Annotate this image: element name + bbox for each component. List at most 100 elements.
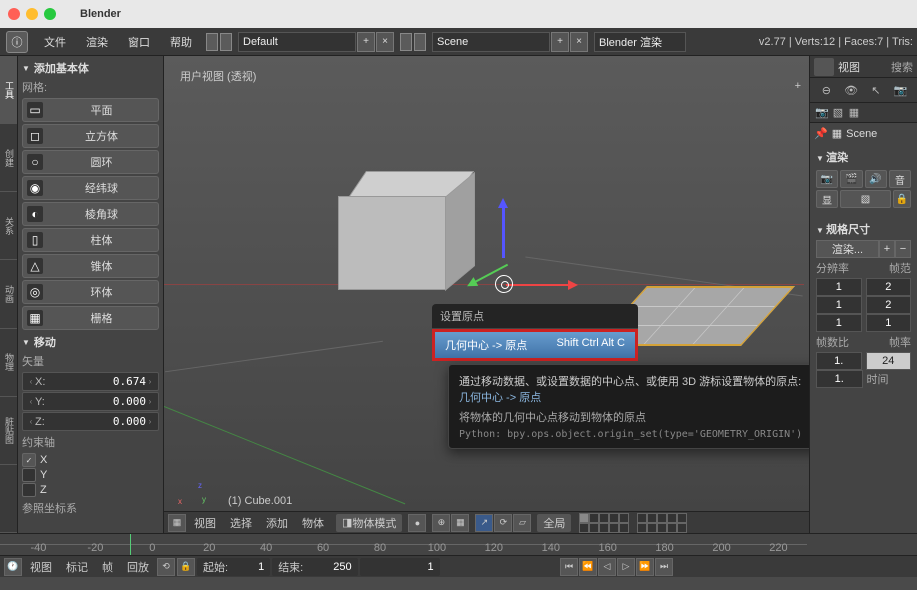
current-frame-input[interactable]: 1	[360, 558, 440, 576]
gizmo-z-arrow[interactable]	[502, 206, 505, 258]
minimize-window-button[interactable]	[26, 8, 38, 20]
blender-logo-icon[interactable]: ⓘ	[6, 31, 28, 53]
tab-physics[interactable]: 物理	[0, 329, 17, 397]
visibility-icon[interactable]: 👁	[843, 82, 859, 98]
menu-tl-marker[interactable]: 标记	[60, 559, 94, 575]
pin-icon[interactable]: 📌	[814, 127, 828, 140]
menu-help[interactable]: 帮助	[160, 28, 202, 55]
timeline-type-icon[interactable]: 🕐	[4, 558, 22, 576]
manipulator-toggle-icon[interactable]: ▦	[451, 514, 469, 532]
search-field[interactable]: 搜索	[891, 59, 913, 75]
remove-scene-button[interactable]: ×	[570, 32, 588, 52]
dimensions-header[interactable]: 规格尺寸	[816, 218, 911, 240]
sync-icon[interactable]: ⟲	[157, 558, 175, 576]
end-frame-input[interactable]: 结束:250	[272, 558, 357, 576]
manipulator-translate-icon[interactable]: ↗	[475, 514, 493, 532]
fps-field[interactable]: 24	[866, 352, 912, 370]
add-mesh-button-5[interactable]: ▯柱体	[22, 228, 159, 252]
constraint-x-checkbox[interactable]: ✓	[22, 453, 36, 467]
camera-icon[interactable]: 📷	[893, 82, 909, 98]
aspect-x-field[interactable]: 1.	[816, 352, 862, 370]
add-mesh-button-8[interactable]: ▦栅格	[22, 306, 159, 330]
keyframe-next-button[interactable]: ⏩	[636, 558, 654, 576]
play-reverse-button[interactable]: ◁	[598, 558, 616, 576]
scene-icons[interactable]	[400, 33, 428, 51]
render-layers-tab-icon[interactable]: ▧	[830, 105, 846, 121]
render-tab-icon[interactable]: 📷	[814, 105, 830, 121]
menu-view3d-add[interactable]: 添加	[260, 515, 294, 531]
add-mesh-button-7[interactable]: ◎环体	[22, 280, 159, 304]
layer-buttons[interactable]	[579, 513, 629, 533]
scene-tab-icon[interactable]: ▦	[846, 105, 862, 121]
play-render-button[interactable]: 🔊	[865, 170, 887, 188]
start-frame-field[interactable]: 2	[866, 278, 912, 296]
tab-empty[interactable]	[0, 465, 17, 533]
menu-window[interactable]: 窗口	[118, 28, 160, 55]
add-primitives-header[interactable]: 添加基本体	[22, 60, 159, 76]
end-frame-field[interactable]: 2	[866, 296, 912, 314]
res-y-field[interactable]: 1	[816, 296, 862, 314]
add-layout-button[interactable]: +	[357, 32, 375, 52]
orientation-dropdown[interactable]: 全局	[537, 514, 571, 532]
expand-panel-icon[interactable]: +	[795, 80, 801, 92]
render-preset-dd[interactable]: 渲染...	[816, 240, 879, 258]
menu-view3d-select[interactable]: 选择	[224, 515, 258, 531]
res-pct-field[interactable]: 1	[816, 314, 862, 332]
cursor-icon[interactable]: ↖	[868, 82, 884, 98]
menu-file[interactable]: 文件	[34, 28, 76, 55]
keyframe-prev-button[interactable]: ⏪	[579, 558, 597, 576]
translate-y-field[interactable]: ‹Y:0.000›	[22, 392, 159, 411]
menu-tl-view[interactable]: 视图	[24, 559, 58, 575]
gizmo-x-arrow[interactable]	[506, 284, 572, 286]
pivot-icon[interactable]: ⊕	[432, 514, 450, 532]
jump-start-button[interactable]: ⏮	[560, 558, 578, 576]
layout-icons[interactable]	[206, 33, 234, 51]
add-scene-button[interactable]: +	[551, 32, 569, 52]
add-mesh-button-2[interactable]: ○圆环	[22, 150, 159, 174]
menu-view3d-object[interactable]: 物体	[296, 515, 330, 531]
tab-tools[interactable]: 工具	[0, 56, 17, 124]
audio-button[interactable]: 音	[889, 170, 911, 188]
layer-buttons-2[interactable]	[637, 513, 687, 533]
render-section-header[interactable]: 渲染	[816, 146, 911, 168]
scene-breadcrumb[interactable]: 📌 ▦ Scene	[810, 123, 917, 144]
jump-end-button[interactable]: ⏭	[655, 558, 673, 576]
play-button[interactable]: ▷	[617, 558, 635, 576]
close-window-button[interactable]	[8, 8, 20, 20]
add-mesh-button-6[interactable]: △锥体	[22, 254, 159, 278]
editor-type-icon[interactable]: ▦	[168, 514, 186, 532]
menu-render[interactable]: 渲染	[76, 28, 118, 55]
animation-button[interactable]: 🎬	[840, 170, 862, 188]
menu-tl-frame[interactable]: 帧	[96, 559, 119, 575]
translate-z-field[interactable]: ‹Z:0.000›	[22, 412, 159, 431]
menu-tl-playback[interactable]: 回放	[121, 559, 155, 575]
preset-add[interactable]: +	[879, 240, 895, 258]
lock-range-icon[interactable]: 🔒	[177, 558, 195, 576]
remove-layout-button[interactable]: ×	[376, 32, 394, 52]
manipulator-rotate-icon[interactable]: ⟳	[494, 514, 512, 532]
render-engine-dropdown[interactable]: Blender 渲染	[594, 32, 686, 52]
mode-dropdown[interactable]: ◨ 物体模式	[336, 514, 402, 532]
shading-solid-icon[interactable]: ●	[408, 514, 426, 532]
res-x-field[interactable]: 1	[816, 278, 862, 296]
add-mesh-button-1[interactable]: ◻立方体	[22, 124, 159, 148]
tab-animation[interactable]: 动画	[0, 260, 17, 328]
tab-relations[interactable]: 关系	[0, 192, 17, 260]
gizmo-origin[interactable]	[495, 275, 513, 293]
manipulator-scale-icon[interactable]: ▱	[513, 514, 531, 532]
frame-step-field[interactable]: 1	[866, 314, 912, 332]
scene-dropdown[interactable]: Scene	[432, 32, 550, 52]
outliner-type-icon[interactable]	[814, 58, 834, 76]
add-mesh-button-0[interactable]: ▭平面	[22, 98, 159, 122]
add-mesh-button-4[interactable]: ◐棱角球	[22, 202, 159, 226]
maximize-window-button[interactable]	[44, 8, 56, 20]
translate-x-field[interactable]: ‹X:0.674›	[22, 372, 159, 391]
start-frame-input[interactable]: 起始:1	[197, 558, 270, 576]
screen-layout-dropdown[interactable]: Default	[238, 32, 356, 52]
aspect-y-field[interactable]: 1.	[816, 370, 863, 388]
add-mesh-button-3[interactable]: ◉经纬球	[22, 176, 159, 200]
translate-header[interactable]: 移动	[22, 334, 159, 350]
tab-greasepencil[interactable]: 脏贴图	[0, 397, 17, 465]
restrict-view-icon[interactable]: ⊖	[818, 82, 834, 98]
constraint-y-checkbox[interactable]	[22, 468, 36, 482]
